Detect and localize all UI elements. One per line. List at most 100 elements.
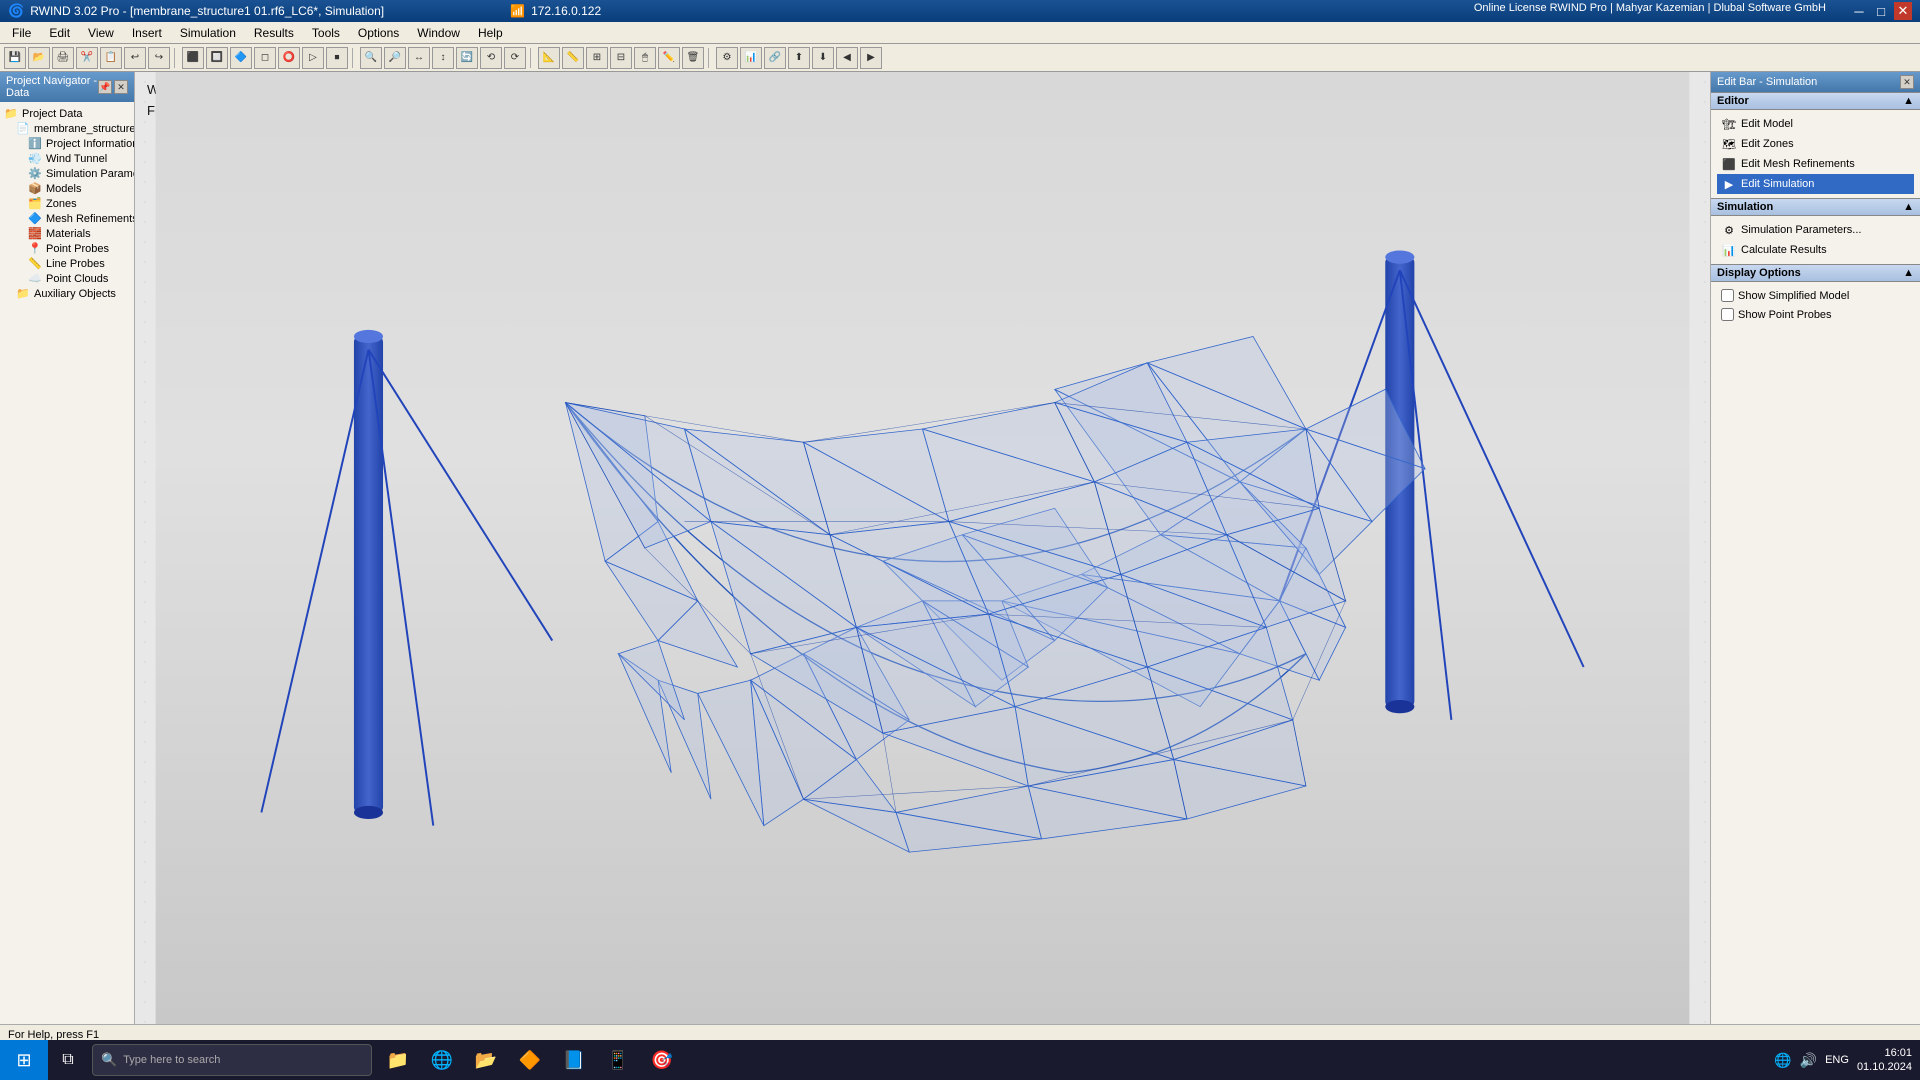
toolbar-button-22[interactable]: 📏 bbox=[562, 47, 584, 69]
panel-header-buttons[interactable]: 📌 ✕ bbox=[98, 80, 128, 94]
edit-zones-item[interactable]: 🗺 Edit Zones bbox=[1717, 134, 1914, 154]
start-button[interactable]: ⊞ bbox=[0, 1040, 48, 1080]
tree-item-12[interactable]: 📁Auxiliary Objects bbox=[4, 286, 130, 301]
menu-item-results[interactable]: Results bbox=[246, 24, 302, 42]
toolbar-button-27[interactable]: 🗑 bbox=[682, 47, 704, 69]
menu-item-file[interactable]: File bbox=[4, 24, 39, 42]
toolbar-button-10[interactable]: ◻ bbox=[254, 47, 276, 69]
panel-pin-button[interactable]: 📌 bbox=[98, 80, 112, 94]
taskbar-app1[interactable]: 🔶 bbox=[508, 1040, 552, 1080]
tree-item-3[interactable]: 💨Wind Tunnel bbox=[4, 151, 130, 166]
toolbar-button-3[interactable]: ✂️ bbox=[76, 47, 98, 69]
edit-model-item[interactable]: 🏗 Edit Model bbox=[1717, 114, 1914, 134]
tree-item-6[interactable]: 🗂️Zones bbox=[4, 196, 130, 211]
menu-item-options[interactable]: Options bbox=[350, 24, 407, 42]
toolbar-separator-7 bbox=[174, 48, 178, 68]
toolbar-button-14[interactable]: 🔍 bbox=[360, 47, 382, 69]
taskbar-app3[interactable]: 📱 bbox=[596, 1040, 640, 1080]
simulation-section-header[interactable]: Simulation ▲ bbox=[1711, 198, 1920, 216]
tree-item-8[interactable]: 🧱Materials bbox=[4, 226, 130, 241]
sim-params-item[interactable]: ⚙ Simulation Parameters... bbox=[1717, 220, 1914, 240]
menu-item-help[interactable]: Help bbox=[470, 24, 511, 42]
show-simplified-model-checkbox[interactable] bbox=[1721, 289, 1734, 302]
taskbar-file-explorer[interactable]: 📁 bbox=[376, 1040, 420, 1080]
toolbar-button-32[interactable]: ⬇ bbox=[812, 47, 834, 69]
edit-mesh-item[interactable]: ⬛ Edit Mesh Refinements bbox=[1717, 154, 1914, 174]
taskbar-search[interactable]: 🔍 Type here to search bbox=[92, 1044, 372, 1076]
viewport[interactable]: Wind Tunnel Dimensions: Dx = 80.553 m, D… bbox=[135, 72, 1710, 1024]
task-view-button[interactable]: ⧉ bbox=[48, 1040, 88, 1080]
right-panel-close-button[interactable]: ✕ bbox=[1900, 75, 1914, 89]
toolbar-button-34[interactable]: ▶ bbox=[860, 47, 882, 69]
taskbar-folder[interactable]: 📂 bbox=[464, 1040, 508, 1080]
network-tray-icon[interactable]: 🌐 bbox=[1774, 1052, 1791, 1069]
toolbar-button-18[interactable]: 🔄 bbox=[456, 47, 478, 69]
show-point-probes-item[interactable]: Show Point Probes bbox=[1717, 305, 1914, 324]
toolbar-button-13[interactable]: ⏹ bbox=[326, 47, 348, 69]
toolbar-separator-14 bbox=[352, 48, 356, 68]
toolbar-button-29[interactable]: 📊 bbox=[740, 47, 762, 69]
editor-section-header[interactable]: Editor ▲ bbox=[1711, 92, 1920, 110]
menu-item-insert[interactable]: Insert bbox=[124, 24, 170, 42]
lang-indicator[interactable]: ENG bbox=[1825, 1054, 1849, 1066]
toolbar-button-11[interactable]: ⭕ bbox=[278, 47, 300, 69]
toolbar-button-8[interactable]: 🔲 bbox=[206, 47, 228, 69]
tree-item-5[interactable]: 📦Models bbox=[4, 181, 130, 196]
toolbar-button-23[interactable]: ⊞ bbox=[586, 47, 608, 69]
menu-item-simulation[interactable]: Simulation bbox=[172, 24, 244, 42]
toolbar-button-19[interactable]: ⟲ bbox=[480, 47, 502, 69]
title-bar-buttons[interactable]: Online License RWIND Pro | Mahyar Kazemi… bbox=[1474, 2, 1912, 20]
toolbar-button-17[interactable]: ↕ bbox=[432, 47, 454, 69]
calc-results-item[interactable]: 📊 Calculate Results bbox=[1717, 240, 1914, 260]
toolbar-button-9[interactable]: 🔷 bbox=[230, 47, 252, 69]
menu-item-tools[interactable]: Tools bbox=[304, 24, 348, 42]
toolbar-button-25[interactable]: 🖱 bbox=[634, 47, 656, 69]
toolbar-button-7[interactable]: ⬛ bbox=[182, 47, 204, 69]
toolbar-button-0[interactable]: 💾 bbox=[4, 47, 26, 69]
toolbar-button-15[interactable]: 🔎 bbox=[384, 47, 406, 69]
taskbar-edge[interactable]: 🌐 bbox=[420, 1040, 464, 1080]
toolbar-button-20[interactable]: ⟳ bbox=[504, 47, 526, 69]
tree-item-4[interactable]: ⚙️Simulation Parameters bbox=[4, 166, 130, 181]
toolbar-button-12[interactable]: ▷ bbox=[302, 47, 324, 69]
tree-item-2[interactable]: ℹ️Project Information bbox=[4, 136, 130, 151]
display-options-section-header[interactable]: Display Options ▲ bbox=[1711, 264, 1920, 282]
toolbar-button-24[interactable]: ⊟ bbox=[610, 47, 632, 69]
toolbar-button-30[interactable]: 🔗 bbox=[764, 47, 786, 69]
toolbar-button-26[interactable]: ✏️ bbox=[658, 47, 680, 69]
tree-item-11[interactable]: ☁️Point Clouds bbox=[4, 271, 130, 286]
taskbar-app4[interactable]: 🎯 bbox=[640, 1040, 684, 1080]
tree-item-0[interactable]: 📁Project Data bbox=[4, 106, 130, 121]
toolbar-button-4[interactable]: 📋 bbox=[100, 47, 122, 69]
panel-close-button[interactable]: ✕ bbox=[114, 80, 128, 94]
tree-item-10[interactable]: 📏Line Probes bbox=[4, 256, 130, 271]
maximize-button[interactable]: □ bbox=[1872, 2, 1890, 20]
toolbar-button-1[interactable]: 📂 bbox=[28, 47, 50, 69]
toolbar-button-16[interactable]: ↔ bbox=[408, 47, 430, 69]
taskbar-tray: 🌐 🔊 ENG 16:01 01.10.2024 bbox=[1774, 1046, 1920, 1075]
menu-item-view[interactable]: View bbox=[80, 24, 122, 42]
volume-tray-icon[interactable]: 🔊 bbox=[1800, 1052, 1817, 1069]
toolbar-button-2[interactable]: 🖨 bbox=[52, 47, 74, 69]
close-button[interactable]: ✕ bbox=[1894, 2, 1912, 20]
right-panel-header-buttons[interactable]: ✕ bbox=[1900, 75, 1914, 89]
tree-item-7[interactable]: 🔷Mesh Refinements bbox=[4, 211, 130, 226]
toolbar-button-5[interactable]: ↩ bbox=[124, 47, 146, 69]
show-simplified-model-item[interactable]: Show Simplified Model bbox=[1717, 286, 1914, 305]
menu-item-window[interactable]: Window bbox=[409, 24, 468, 42]
toolbar-button-21[interactable]: 📐 bbox=[538, 47, 560, 69]
minimize-button[interactable]: ─ bbox=[1850, 2, 1868, 20]
menu-item-edit[interactable]: Edit bbox=[41, 24, 78, 42]
toolbar-button-28[interactable]: ⚙ bbox=[716, 47, 738, 69]
toolbar-button-31[interactable]: ⬆ bbox=[788, 47, 810, 69]
taskbar-app2[interactable]: 📘 bbox=[552, 1040, 596, 1080]
tree-item-1[interactable]: 📄membrane_structure1 bbox=[4, 121, 130, 136]
toolbar-button-6[interactable]: ↪ bbox=[148, 47, 170, 69]
edit-simulation-item[interactable]: ▶ Edit Simulation bbox=[1717, 174, 1914, 194]
show-point-probes-checkbox[interactable] bbox=[1721, 308, 1734, 321]
tree-icon-9: 📍 bbox=[28, 242, 44, 255]
ip-address: 172.16.0.122 bbox=[531, 4, 601, 18]
edit-simulation-icon: ▶ bbox=[1721, 176, 1737, 192]
tree-item-9[interactable]: 📍Point Probes bbox=[4, 241, 130, 256]
toolbar-button-33[interactable]: ◀ bbox=[836, 47, 858, 69]
